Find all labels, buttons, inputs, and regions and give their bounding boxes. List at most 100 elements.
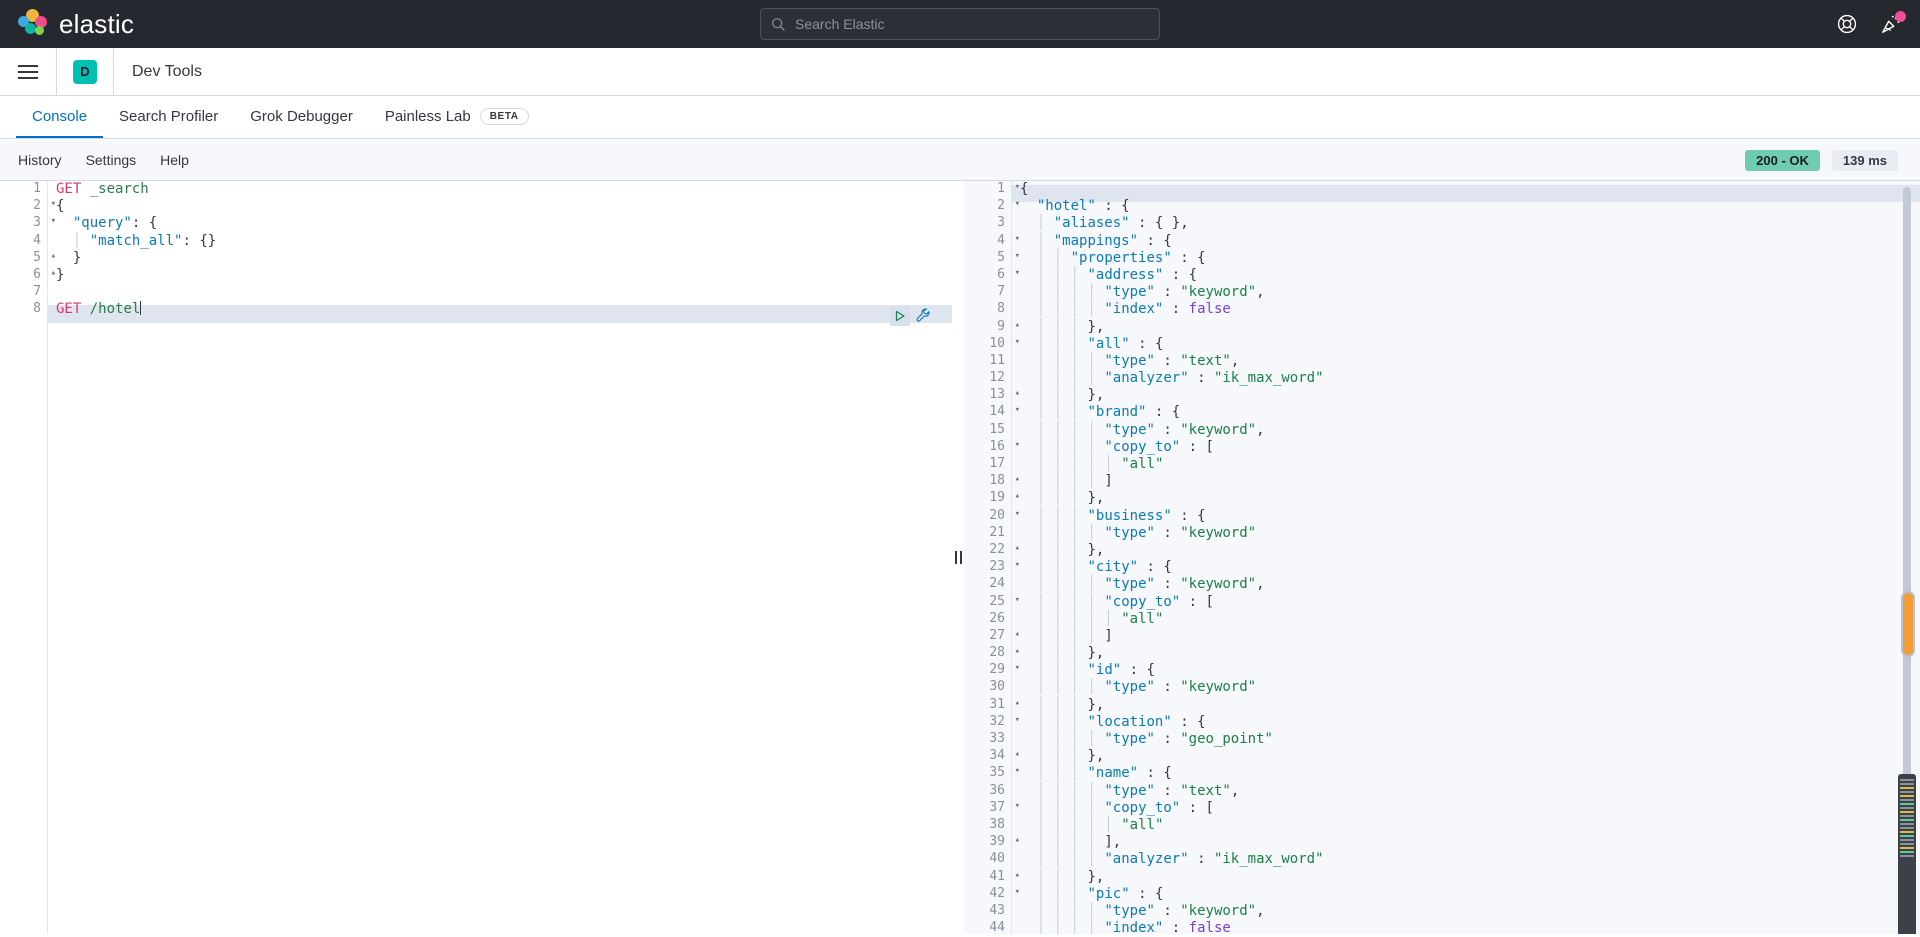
gutter-line-number: 18 ▴ — [989, 473, 1020, 489]
play-icon[interactable] — [890, 306, 910, 327]
global-search-bar[interactable]: Search Elastic — [760, 8, 1160, 40]
code-line: │ │ "properties" : { — [1036, 249, 1206, 266]
gutter-line-number: 7 — [33, 284, 41, 300]
response-scrollbar-thumb[interactable] — [1901, 591, 1915, 657]
request-pane[interactable]: 1 2 ▾ 3 ▾ 4 5 ▴ 6 ▴ 7 8 GET _search{ "query": { │ "… — [0, 181, 952, 934]
code-line: │ │ │ │ "type" : "keyword", — [1036, 421, 1265, 438]
hamburger-icon-bar — [18, 64, 38, 67]
code-line: │ │ │ "city" : { — [1036, 559, 1172, 576]
code-line: { — [1020, 181, 1029, 197]
response-line-numbers: 1 ▾ 2 ▾ 3 4 ▾ 5 ▾ 6 ▾ 7 8 9 ▴ 10 ▾ 11 12 13 ▴ 14 ▾ 15 16 ▾ 17 18 ▴ 19… — [964, 181, 1020, 934]
gutter-line-number: 13 ▴ — [989, 387, 1020, 403]
wrench-icon[interactable] — [915, 307, 933, 325]
code-line: │ │ │ "all" : { — [1036, 335, 1164, 352]
splitter-grip-icon — [954, 551, 962, 564]
gutter-line-number: 33 — [989, 731, 1005, 746]
response-minimap[interactable] — [1898, 774, 1916, 934]
tab-grok-debugger[interactable]: Grok Debugger — [234, 96, 369, 138]
code-line: │ │ │ │ "analyzer" : "ik_max_word" — [1036, 851, 1324, 868]
gutter-line-number: 38 — [989, 816, 1005, 832]
gutter-line-number: 27 ▴ — [989, 627, 1020, 643]
code-line: │ │ │ "name" : { — [1036, 765, 1172, 782]
gutter-line-number: 30 — [989, 679, 1005, 695]
gutter-line-number: 37 ▾ — [989, 799, 1020, 815]
code-line: │ │ │ }, — [1036, 696, 1105, 713]
code-line: │ │ │ │ "type" : "keyword" — [1036, 679, 1257, 696]
response-code: { "hotel" : { │ "aliases" : { }, │ "mapp… — [1012, 181, 1920, 934]
code-line: │ "match_all": {} — [72, 232, 217, 249]
tab-painless-lab[interactable]: Painless Lab BETA — [369, 96, 545, 138]
gutter-line-number: 3 — [997, 215, 1005, 231]
code-line: │ │ │ │ "copy_to" : [ — [1036, 593, 1214, 610]
gutter-line-number: 34 ▴ — [989, 748, 1020, 764]
tab-search-profiler[interactable]: Search Profiler — [103, 96, 234, 138]
gutter-line-number: 44 — [989, 920, 1005, 934]
global-header: elastic Search Elastic — [0, 0, 1920, 48]
tool-link-history[interactable]: History — [18, 152, 62, 168]
menu-toggle-button[interactable] — [0, 48, 56, 96]
code-line: │ │ │ }, — [1036, 318, 1105, 335]
code-line: │ │ │ │ │ "all" — [1036, 610, 1164, 627]
code-line: │ │ │ │ "type" : "text", — [1036, 782, 1240, 799]
party-popper-icon[interactable] — [1880, 11, 1906, 35]
app-avatar[interactable]: D — [73, 59, 97, 84]
elastic-brand[interactable]: elastic — [18, 9, 134, 40]
code-line: │ │ │ │ "copy_to" : [ — [1036, 799, 1214, 816]
code-line: │ │ │ │ "type" : "keyword", — [1036, 284, 1265, 301]
code-line: } — [72, 249, 82, 266]
code-line: │ │ │ │ "index" : false — [1036, 301, 1231, 318]
search-input[interactable]: Search Elastic — [795, 16, 884, 32]
code-line: { — [56, 198, 65, 215]
breadcrumb-divider — [56, 47, 57, 96]
tool-link-settings[interactable]: Settings — [86, 152, 137, 168]
code-line: "query": { — [72, 215, 158, 232]
gutter-line-number: 14 ▾ — [989, 404, 1020, 420]
status-badge: 200 - OK — [1745, 149, 1820, 171]
code-line: │ │ │ }, — [1036, 868, 1105, 885]
gutter-line-number: 36 — [989, 782, 1005, 798]
gutter-line-number: 8 — [33, 301, 41, 317]
code-line: │ │ │ }, — [1036, 541, 1105, 558]
gutter-line-number: 43 — [989, 902, 1005, 918]
console-editors: 1 2 ▾ 3 ▾ 4 5 ▴ 6 ▴ 7 8 GET _search{ "query": { │ "… — [0, 181, 1920, 934]
code-line: │ │ │ }, — [1036, 490, 1105, 507]
request-actions — [890, 306, 933, 327]
request-line-numbers: 1 2 ▾ 3 ▾ 4 5 ▴ 6 ▴ 7 8 — [0, 181, 56, 934]
code-line: │ │ │ │ ] — [1036, 627, 1113, 644]
gutter-line-number: 5 ▾ — [997, 249, 1020, 265]
response-meta: 200 - OK 139 ms — [1745, 139, 1898, 181]
console-toolbar: History Settings Help 200 - OK 139 ms — [0, 139, 1920, 181]
hamburger-icon-bar — [18, 76, 38, 79]
gutter-line-number: 35 ▾ — [989, 765, 1020, 781]
gutter-line-number: 12 — [989, 370, 1005, 386]
code-line: │ │ │ │ "type" : "geo_point" — [1036, 731, 1273, 747]
notification-dot — [1895, 11, 1906, 22]
hamburger-icon-bar — [18, 70, 38, 73]
tool-link-help[interactable]: Help — [160, 152, 189, 168]
pane-splitter[interactable] — [952, 181, 964, 934]
code-line: "hotel" : { — [1036, 198, 1130, 215]
gutter-line-number: 15 — [989, 421, 1005, 437]
response-pane[interactable]: 1 ▾ 2 ▾ 3 4 ▾ 5 ▾ 6 ▾ 7 8 9 ▴ 10 ▾ 11 12 13 ▴ 14 ▾ 15 16 ▾ 17 18 ▴ 19… — [964, 181, 1920, 934]
gutter-line-number: 24 — [989, 576, 1005, 592]
code-line: │ │ │ │ "type" : "text", — [1036, 352, 1240, 369]
breadcrumb-bar: D Dev Tools — [0, 47, 1920, 96]
gutter-line-number: 8 — [997, 301, 1005, 317]
code-line: │ │ │ }, — [1036, 645, 1105, 662]
lifebuoy-icon[interactable] — [1836, 13, 1858, 35]
code-line: │ │ │ │ "index" : false — [1036, 920, 1231, 934]
code-line: │ │ │ │ "type" : "keyword", — [1036, 576, 1265, 593]
gutter-line-number: 19 ▴ — [989, 490, 1020, 506]
code-line: │ │ │ │ │ "all" — [1036, 816, 1164, 833]
gutter-line-number: 40 — [989, 851, 1005, 867]
gutter-line-number: 29 ▾ — [989, 662, 1020, 678]
tab-console[interactable]: Console — [16, 96, 104, 138]
code-line: │ │ │ "brand" : { — [1036, 404, 1181, 421]
request-code[interactable]: GET _search{ "query": { │ "match_all": {… — [48, 181, 952, 934]
gutter-line-number: 21 — [989, 524, 1005, 540]
code-line: │ "mappings" : { — [1036, 232, 1172, 249]
response-scrollbar-track[interactable] — [1903, 187, 1911, 834]
code-line: │ │ │ │ ] — [1036, 473, 1113, 490]
breadcrumb-divider — [113, 47, 114, 96]
page-title: Dev Tools — [132, 62, 202, 80]
